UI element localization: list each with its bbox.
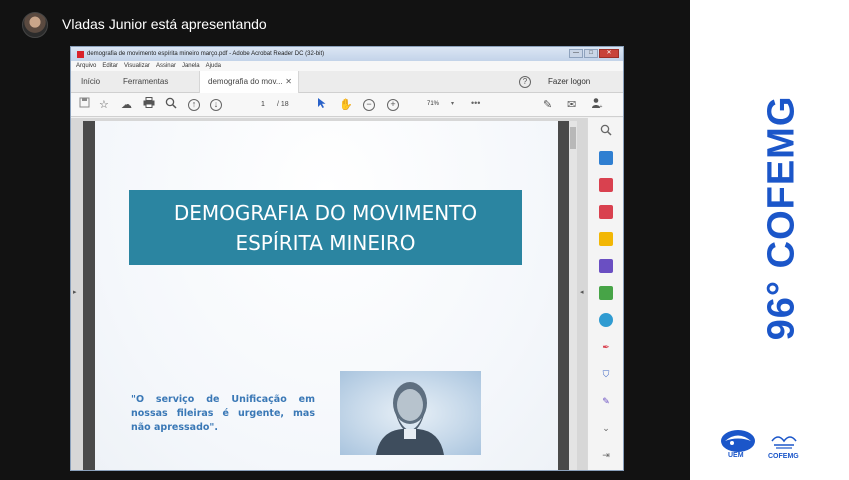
expand-panel-icon[interactable]: ⇥ <box>599 448 613 462</box>
slide-title-line2: ESPÍRITA MINEIRO <box>235 231 416 255</box>
help-icon[interactable]: ? <box>519 76 531 88</box>
save-icon[interactable] <box>79 97 90 113</box>
close-window-button[interactable]: ✕ <box>599 49 619 58</box>
slide-quote: "O serviço de Unificação em nossas filei… <box>131 394 315 433</box>
protect-icon[interactable]: ⛉ <box>599 367 613 381</box>
left-panel-toggle-icon[interactable]: ▸ <box>73 288 77 296</box>
scrollbar-thumb[interactable] <box>570 127 576 149</box>
uem-logo-text: UEM <box>728 452 744 459</box>
next-page-icon[interactable]: ↓ <box>210 99 222 111</box>
select-cursor-icon[interactable] <box>317 97 327 113</box>
fill-sign-icon[interactable] <box>599 259 613 273</box>
tab-document[interactable]: demografia do mov... ✕ <box>199 71 299 93</box>
right-panel-toggle-icon[interactable]: ◂ <box>580 288 584 296</box>
comment-icon[interactable] <box>599 232 613 246</box>
previous-page-icon[interactable]: ↑ <box>188 99 200 111</box>
tab-document-label: demografia do mov... <box>208 77 283 86</box>
event-title: 96° COFEMG <box>760 95 803 341</box>
window-titlebar: demografia de movimento espírita mineiro… <box>71 47 623 61</box>
tab-bar: Início Ferramentas demografia do mov... … <box>71 71 623 93</box>
close-icon[interactable]: ✕ <box>285 71 292 93</box>
window-title: demografia de movimento espírita mineiro… <box>87 51 325 57</box>
screen-share-panel: Vladas Junior está apresentando demograf… <box>0 0 690 480</box>
create-pdf-icon[interactable] <box>599 151 613 165</box>
hand-tool-icon[interactable]: ✋ <box>339 97 353 113</box>
slide-title-banner: DEMOGRAFIA DO MOVIMENTO ESPÍRITA MINEIRO <box>129 190 522 265</box>
portrait-image <box>340 371 481 455</box>
organize-pages-icon[interactable] <box>599 178 613 192</box>
pdf-page: DEMOGRAFIA DO MOVIMENTO ESPÍRITA MINEIRO… <box>83 121 570 470</box>
slide-title-line1: DEMOGRAFIA DO MOVIMENTO <box>173 201 478 225</box>
search-icon[interactable] <box>165 97 177 113</box>
zoom-dropdown-icon[interactable]: ▾ <box>451 100 454 107</box>
acrobat-window: demografia de movimento espírita mineiro… <box>70 46 624 471</box>
presenter-label: Vladas Junior está apresentando <box>62 16 267 32</box>
window-controls: — □ ✕ <box>569 49 619 58</box>
login-button[interactable]: Fazer logon <box>548 71 590 93</box>
tab-home[interactable]: Início <box>81 71 100 93</box>
vertical-scrollbar[interactable] <box>569 121 577 470</box>
pdf-app-icon <box>77 50 84 58</box>
cofemg-logo-icon <box>771 436 797 449</box>
document-area: ▸ DEMOGRAFIA DO MOVIMENTO ESPÍRITA MINEI… <box>71 118 587 470</box>
maximize-button[interactable]: □ <box>584 49 598 58</box>
zoom-out-icon[interactable]: − <box>363 99 375 111</box>
share-user-icon[interactable]: + <box>591 97 603 113</box>
presenter-bar: Vladas Junior está apresentando <box>0 0 690 46</box>
sign-pen-icon[interactable]: ✎ <box>543 97 552 113</box>
edit-pdf-icon[interactable] <box>599 286 613 300</box>
zoom-in-icon[interactable]: + <box>387 99 399 111</box>
page-total: / 18 <box>277 101 289 108</box>
svg-text:+: + <box>600 104 603 109</box>
tab-tools[interactable]: Ferramentas <box>123 71 168 93</box>
screen: Vladas Junior está apresentando demograf… <box>0 0 849 480</box>
zoom-level[interactable]: 71% <box>427 101 439 107</box>
menu-item-janela[interactable]: Janela <box>182 63 200 69</box>
chevron-down-icon[interactable]: ⌄ <box>599 421 613 435</box>
menu-item-visualizar[interactable]: Visualizar <box>124 63 150 69</box>
pen-icon[interactable]: ✎ <box>599 394 613 408</box>
menu-bar: Arquivo Editar Visualizar Assinar Janela… <box>71 61 623 71</box>
menu-item-editar[interactable]: Editar <box>102 63 118 69</box>
menu-item-arquivo[interactable]: Arquivo <box>76 63 96 69</box>
print-icon[interactable] <box>143 97 155 113</box>
scan-icon[interactable] <box>599 313 613 327</box>
email-icon[interactable]: ✉ <box>567 97 576 113</box>
tool-panel: ✒ ⛉ ✎ ⌄ ⇥ <box>587 118 623 470</box>
cofemg-logo-text: COFEMG <box>768 453 799 460</box>
cloud-upload-icon[interactable]: ☁ <box>121 97 132 113</box>
branding-strip: 96° COFEMG UEM COFEMG <box>700 0 849 480</box>
menu-item-assinar[interactable]: Assinar <box>156 63 176 69</box>
presenter-avatar <box>22 12 48 38</box>
export-pdf-icon[interactable] <box>599 205 613 219</box>
sign-icon[interactable]: ✒ <box>599 340 613 354</box>
zoom-tool-icon[interactable] <box>599 124 613 138</box>
menu-item-ajuda[interactable]: Ajuda <box>206 63 221 69</box>
page-number-input[interactable]: 1 <box>261 101 265 108</box>
bookmark-star-icon[interactable]: ☆ <box>99 97 109 113</box>
toolbar: ☆ ☁ ↑ ↓ 1 / 18 ✋ − + 71% ▾ ••• ✎ ✉ + <box>71 93 623 117</box>
more-tools-icon[interactable]: ••• <box>471 98 480 108</box>
minimize-button[interactable]: — <box>569 49 583 58</box>
